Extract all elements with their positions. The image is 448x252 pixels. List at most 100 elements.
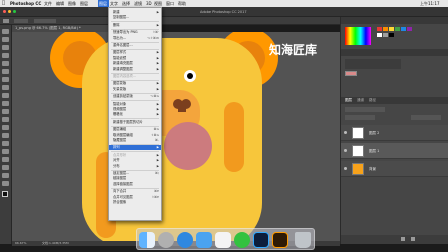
app-name-menu[interactable]: Photoshop CC (10, 0, 41, 7)
wechat-icon[interactable] (234, 232, 250, 248)
hand-icon[interactable] (2, 173, 9, 178)
menu-help[interactable]: 帮助 (178, 0, 186, 7)
calendar-icon[interactable] (215, 232, 231, 248)
launchpad-icon[interactable] (158, 232, 174, 248)
layer-row-2[interactable]: 图层 2 (341, 125, 448, 141)
swatch-orange[interactable] (383, 27, 388, 31)
quick-select-icon[interactable] (2, 53, 9, 58)
minimize-window-icon[interactable] (8, 10, 11, 13)
safari-icon[interactable] (177, 232, 193, 248)
new-layer-icon[interactable] (401, 237, 405, 241)
move-tool-icon[interactable] (3, 19, 9, 23)
menu-item[interactable]: 新建基于图层的切片 (109, 120, 161, 125)
swatch-gray[interactable] (383, 33, 388, 37)
menu-view[interactable]: 视图 (154, 0, 162, 7)
menu-3d[interactable]: 3D (146, 0, 152, 7)
transform-controls[interactable] (34, 19, 56, 23)
marquee-icon[interactable] (2, 37, 9, 42)
layer-row-background[interactable]: 背景 (341, 161, 448, 177)
menu-item[interactable]: 导出为... ⌥⇧⌘W (109, 36, 161, 41)
swatch-blue[interactable] (401, 27, 406, 31)
menu-item[interactable]: 复制图层... (109, 15, 161, 20)
menu-item[interactable]: 选择链接图层 (109, 182, 161, 187)
menu-item[interactable]: 智能滤镜 ▶ (109, 56, 161, 61)
clone-stamp-icon[interactable] (2, 93, 9, 98)
document-tab[interactable]: 1_ps.png @ 66.7% (图层 1, RGB/8#) * (12, 25, 120, 32)
menu-item[interactable]: 新建 ▶ (109, 10, 161, 15)
brush-icon[interactable] (2, 85, 9, 90)
adjustments-icons[interactable] (345, 59, 401, 69)
adjustments-panel-header[interactable] (341, 49, 448, 56)
swatch-green[interactable] (395, 27, 400, 31)
swatch-yellow[interactable] (389, 27, 394, 31)
menu-item[interactable]: 智能对象 ▶ (109, 102, 161, 107)
current-color-chip[interactable] (345, 71, 357, 76)
layer-row-1[interactable]: 图层 1 (341, 143, 448, 159)
blur-icon[interactable] (2, 125, 9, 130)
apple-icon[interactable]:  (2, 0, 5, 7)
zoom-icon[interactable] (2, 181, 9, 186)
menu-item[interactable]: 锁定图层... ⌘/ (109, 171, 161, 176)
menu-item[interactable]: 分布 ▶ (109, 164, 161, 169)
blend-mode-select[interactable] (345, 115, 375, 120)
menu-select[interactable]: 选择 (122, 0, 130, 7)
menu-item[interactable]: 图层编组 ⌘G (109, 127, 161, 132)
crop-icon[interactable] (2, 61, 9, 66)
swatch-white[interactable] (377, 33, 382, 37)
foreground-color-swatch[interactable] (2, 191, 8, 197)
menu-item[interactable]: 图层蒙版 ▶ (109, 81, 161, 86)
canvas-area[interactable]: 知海匠库 (12, 32, 340, 241)
healing-brush-icon[interactable] (2, 77, 9, 82)
layer-filter[interactable] (345, 107, 385, 112)
tab-channels[interactable]: 通道 (357, 97, 364, 104)
menu-layer-label[interactable]: 图层 (80, 0, 88, 7)
menu-item[interactable]: 对齐 ▶ (109, 158, 161, 163)
gradient-icon[interactable] (2, 117, 9, 122)
menu-image[interactable]: 图像 (68, 0, 76, 7)
trash-icon[interactable] (295, 232, 311, 248)
mail-icon[interactable] (196, 232, 212, 248)
eyedropper-icon[interactable] (2, 69, 9, 74)
menu-item[interactable]: 链接图层 (109, 176, 161, 181)
tab-paths[interactable]: 路径 (369, 97, 376, 104)
menu-item[interactable]: 创建剪贴蒙版 ⌥⌘G (109, 94, 161, 99)
menu-window[interactable]: 窗口 (166, 0, 174, 7)
menu-edit[interactable]: 编辑 (56, 0, 64, 7)
menu-item[interactable]: 图层样式 ▶ (109, 50, 161, 55)
type-icon[interactable] (2, 149, 9, 154)
close-window-icon[interactable] (3, 10, 6, 13)
menu-item[interactable]: 删除 ▶ (109, 23, 161, 28)
menu-item[interactable]: 排列 ▶ (109, 145, 161, 150)
visibility-eye-icon[interactable] (344, 131, 347, 134)
menu-item[interactable]: 矢量蒙版 ▶ (109, 87, 161, 92)
menu-item[interactable]: 新建填充图层 ▶ (109, 61, 161, 66)
eraser-icon[interactable] (2, 109, 9, 114)
swatch-black[interactable] (389, 33, 394, 37)
menu-item[interactable]: 新建调整图层 ▶ (109, 67, 161, 72)
auto-select-field[interactable] (14, 19, 28, 23)
swatch-purple[interactable] (407, 27, 412, 31)
menu-item[interactable]: 合并可见图层 ⇧⌘E (109, 195, 161, 200)
menu-item[interactable]: 重命名图层... (109, 43, 161, 48)
menu-item[interactable]: 视频图层 ▶ (109, 107, 161, 112)
delete-layer-icon[interactable] (411, 237, 415, 241)
lasso-icon[interactable] (2, 45, 9, 50)
history-brush-icon[interactable] (2, 101, 9, 106)
menu-file[interactable]: 文件 (44, 0, 52, 7)
menu-item[interactable]: 拼合图像 (109, 200, 161, 205)
path-select-icon[interactable] (2, 157, 9, 162)
shape-icon[interactable] (2, 165, 9, 170)
illustrator-icon[interactable] (272, 232, 288, 248)
menu-item[interactable]: 向下合并 ⌘E (109, 189, 161, 194)
menu-filter[interactable]: 滤镜 (134, 0, 142, 7)
menu-layer-active[interactable]: 图层 (98, 0, 109, 7)
visibility-eye-icon[interactable] (344, 149, 347, 152)
menu-type[interactable]: 文字 (110, 0, 118, 7)
finder-icon[interactable] (139, 232, 155, 248)
menu-item[interactable]: 栅格化 ▶ (109, 112, 161, 117)
dodge-icon[interactable] (2, 133, 9, 138)
visibility-eye-icon[interactable] (344, 167, 347, 170)
menu-item[interactable]: 隐藏图层 ⌘, (109, 138, 161, 143)
zoom-window-icon[interactable] (13, 10, 16, 13)
color-panel-header[interactable] (341, 17, 448, 24)
